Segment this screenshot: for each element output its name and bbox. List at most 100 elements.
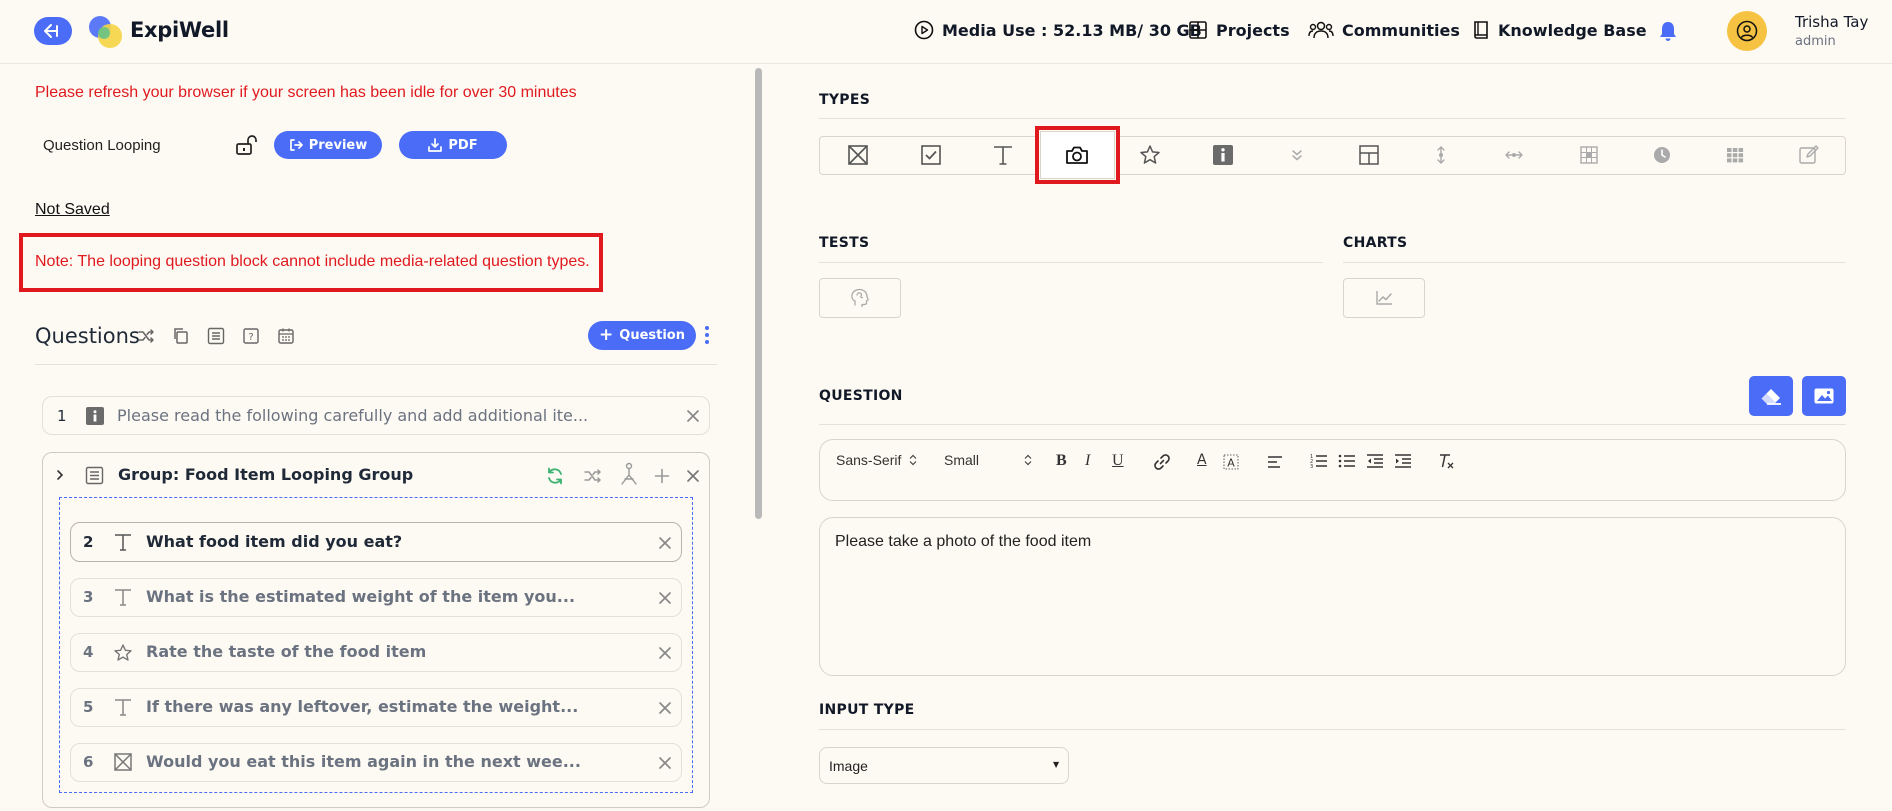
type-matrix-icon[interactable] xyxy=(1578,144,1600,166)
pdf-label: PDF xyxy=(448,137,478,153)
group-icon xyxy=(85,466,104,485)
question-text: Rate the taste of the food item xyxy=(146,642,427,661)
copy-icon[interactable] xyxy=(172,327,190,345)
group-shuffle-icon[interactable] xyxy=(583,467,603,485)
remove-icon[interactable] xyxy=(658,756,672,770)
insert-image-button[interactable] xyxy=(1802,376,1846,416)
group-remove-icon[interactable] xyxy=(686,469,700,483)
shuffle-icon[interactable] xyxy=(137,327,155,345)
save-status[interactable]: Not Saved xyxy=(35,201,110,219)
outdent-icon[interactable] xyxy=(1366,453,1384,469)
type-info-icon[interactable] xyxy=(1212,144,1234,166)
media-use-text: Media Use : 52.13 MB/ 30 GB xyxy=(942,20,1202,40)
type-camera-icon[interactable] xyxy=(1065,144,1089,166)
bold-icon[interactable]: B xyxy=(1056,452,1067,470)
svg-text:3: 3 xyxy=(1310,464,1313,469)
notification-bell-icon[interactable] xyxy=(1658,20,1678,42)
type-rating-star-icon[interactable] xyxy=(1139,144,1161,166)
type-layout-icon[interactable] xyxy=(1358,144,1380,166)
italic-icon[interactable]: I xyxy=(1085,452,1090,470)
nav-projects[interactable]: Projects xyxy=(1188,20,1290,40)
download-icon xyxy=(428,138,443,152)
question-divider xyxy=(819,424,1846,425)
type-multiple-choice-icon[interactable] xyxy=(847,144,869,166)
remove-icon[interactable] xyxy=(658,591,672,605)
eraser-icon xyxy=(1761,389,1781,405)
font-size-select[interactable]: Small xyxy=(944,452,1032,468)
checkbox-cross-icon xyxy=(113,752,133,772)
book-icon xyxy=(1474,21,1488,39)
nav-projects-label: Projects xyxy=(1216,20,1290,40)
refresh-warning: Please refresh your browser if your scre… xyxy=(35,84,577,101)
question-number: 3 xyxy=(83,588,94,606)
nav-communities[interactable]: Communities xyxy=(1308,20,1460,40)
preview-button[interactable]: Preview xyxy=(274,131,382,159)
type-vertical-slider-icon[interactable] xyxy=(1434,144,1448,166)
question-text: What is the estimated weight of the item… xyxy=(146,587,576,606)
type-grid-icon[interactable] xyxy=(1725,144,1745,166)
remove-icon[interactable] xyxy=(658,536,672,550)
chart-item[interactable] xyxy=(1343,278,1425,318)
input-type-value: Image xyxy=(829,758,868,774)
add-question-label: Question xyxy=(619,328,685,343)
nav-knowledge-base-label: Knowledge Base xyxy=(1498,20,1647,40)
back-button[interactable] xyxy=(34,17,72,45)
more-options-icon[interactable] xyxy=(704,325,710,345)
select-caret-icon xyxy=(909,454,917,466)
remove-icon[interactable] xyxy=(658,646,672,660)
unlock-icon[interactable] xyxy=(234,133,258,157)
align-left-icon[interactable] xyxy=(1267,455,1283,469)
brand-logo-icon xyxy=(86,14,124,50)
bullet-list-icon[interactable] xyxy=(1338,453,1356,469)
link-icon[interactable] xyxy=(1153,453,1171,471)
question-number: 5 xyxy=(83,698,94,716)
svg-text:A: A xyxy=(1227,457,1235,470)
font-size-value: Small xyxy=(944,452,980,468)
loop-refresh-icon[interactable] xyxy=(545,466,565,486)
type-edit-icon[interactable] xyxy=(1798,144,1820,166)
type-time-icon[interactable] xyxy=(1652,144,1672,166)
add-question-button[interactable]: + Question xyxy=(588,321,696,350)
types-label: TYPES xyxy=(819,92,871,108)
question-text: Would you eat this item again in the nex… xyxy=(146,752,581,771)
question-number: 4 xyxy=(83,643,94,661)
user-avatar[interactable] xyxy=(1727,11,1767,51)
question-text: What food item did you eat? xyxy=(146,532,403,551)
user-name: Trisha Tay xyxy=(1795,13,1869,31)
clear-format-button[interactable] xyxy=(1749,376,1793,416)
chevron-right-icon[interactable] xyxy=(55,469,65,481)
plus-icon: + xyxy=(599,325,614,345)
help-icon[interactable]: ? xyxy=(242,327,260,345)
nav-knowledge-base[interactable]: Knowledge Base xyxy=(1472,20,1647,40)
top-header: ExpiWell Media Use : 52.13 MB/ 30 GB Pro… xyxy=(0,0,1892,64)
type-checkbox-icon[interactable] xyxy=(920,144,942,166)
pdf-button[interactable]: PDF xyxy=(399,131,507,159)
text-type-icon xyxy=(113,587,133,607)
clear-formatting-icon[interactable] xyxy=(1437,453,1455,469)
font-family-select[interactable]: Sans-Serif xyxy=(836,452,917,468)
text-color-icon[interactable]: A xyxy=(1197,452,1207,468)
play-circle-icon xyxy=(914,20,934,40)
remove-icon[interactable] xyxy=(658,701,672,715)
underline-icon[interactable]: U xyxy=(1112,452,1124,470)
test-item[interactable] xyxy=(819,278,901,318)
info-icon xyxy=(86,407,104,425)
question-editor-text[interactable]: Please take a photo of the food item xyxy=(835,533,1091,551)
select-caret-icon xyxy=(1024,454,1032,466)
left-pane-scrollbar[interactable] xyxy=(755,68,762,519)
user-circle-icon xyxy=(1736,20,1758,42)
user-role: admin xyxy=(1795,34,1836,49)
ordered-list-icon[interactable]: 123 xyxy=(1310,453,1328,469)
remove-icon[interactable] xyxy=(686,409,700,423)
question-number: 2 xyxy=(83,533,94,551)
add-icon[interactable] xyxy=(654,468,670,484)
type-horizontal-slider-icon[interactable] xyxy=(1503,144,1525,166)
calendar-icon[interactable] xyxy=(277,327,295,345)
list-icon[interactable] xyxy=(207,327,225,345)
branch-icon[interactable] xyxy=(619,462,639,488)
indent-icon[interactable] xyxy=(1394,453,1412,469)
background-color-icon[interactable]: A xyxy=(1223,453,1239,471)
question-number: 6 xyxy=(83,753,94,771)
type-dropdown-icon[interactable] xyxy=(1288,144,1306,166)
type-text-icon[interactable] xyxy=(992,144,1014,166)
